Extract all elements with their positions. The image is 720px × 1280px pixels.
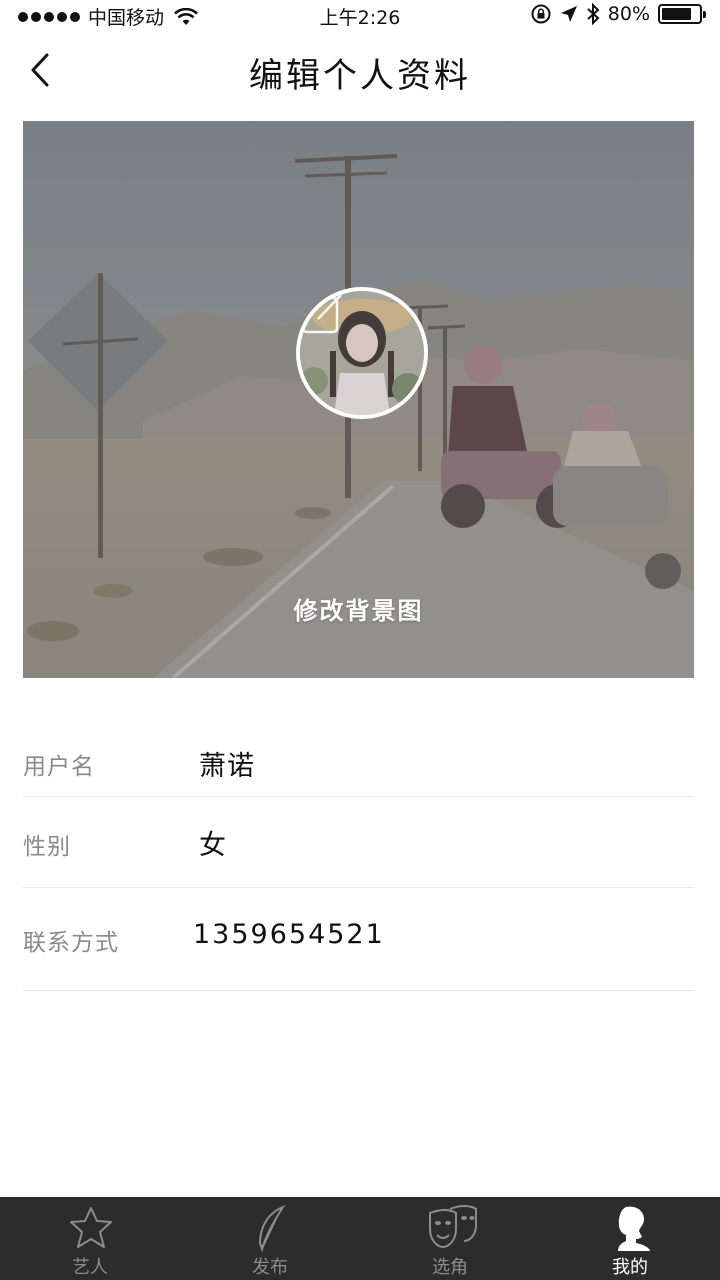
star-icon xyxy=(70,1207,112,1248)
battery-fill xyxy=(662,8,691,20)
username-label: 用户名 xyxy=(23,754,95,780)
tab-casting[interactable]: 选角 xyxy=(360,1197,540,1280)
tab-publish[interactable]: 发布 xyxy=(180,1197,360,1280)
edit-background-label[interactable]: 修改背景图 xyxy=(23,591,694,626)
tab-bar: 艺人 发布 选角 我的 xyxy=(0,1197,720,1280)
battery-percent: 80% xyxy=(607,3,650,25)
bluetooth-icon xyxy=(587,3,600,25)
contact-value[interactable]: 1359654521 xyxy=(193,919,385,950)
location-icon xyxy=(560,6,577,22)
mask-icon xyxy=(429,1205,477,1249)
tab-label: 艺人 xyxy=(72,1257,108,1278)
tab-label: 发布 xyxy=(252,1257,288,1278)
page-title: 编辑个人资料 xyxy=(249,56,471,96)
gender-value[interactable]: 女 xyxy=(199,823,227,862)
profile-silhouette-icon xyxy=(618,1206,650,1251)
background-image[interactable]: 修改背景图 xyxy=(23,121,694,678)
battery-icon xyxy=(658,4,706,24)
tab-artists[interactable]: 艺人 xyxy=(0,1197,180,1280)
edit-icon xyxy=(301,294,342,334)
contact-label: 联系方式 xyxy=(23,930,119,956)
contact-row[interactable]: 联系方式 1359654521 xyxy=(23,888,694,991)
gender-label: 性别 xyxy=(23,834,71,860)
feather-icon xyxy=(258,1204,286,1253)
status-right: 80% xyxy=(530,3,706,25)
status-bar: 中国移动 上午2:26 80% xyxy=(0,0,720,30)
tab-label: 我的 xyxy=(612,1257,648,1278)
tab-label: 选角 xyxy=(432,1257,468,1278)
tab-mine[interactable]: 我的 xyxy=(540,1197,720,1280)
username-row[interactable]: 用户名 萧诺 xyxy=(23,730,694,797)
orientation-lock-icon xyxy=(531,4,551,24)
nav-bar: 编辑个人资料 xyxy=(0,30,720,110)
gender-row[interactable]: 性别 女 xyxy=(23,797,694,888)
username-value[interactable]: 萧诺 xyxy=(199,744,255,783)
avatar[interactable] xyxy=(296,287,428,419)
